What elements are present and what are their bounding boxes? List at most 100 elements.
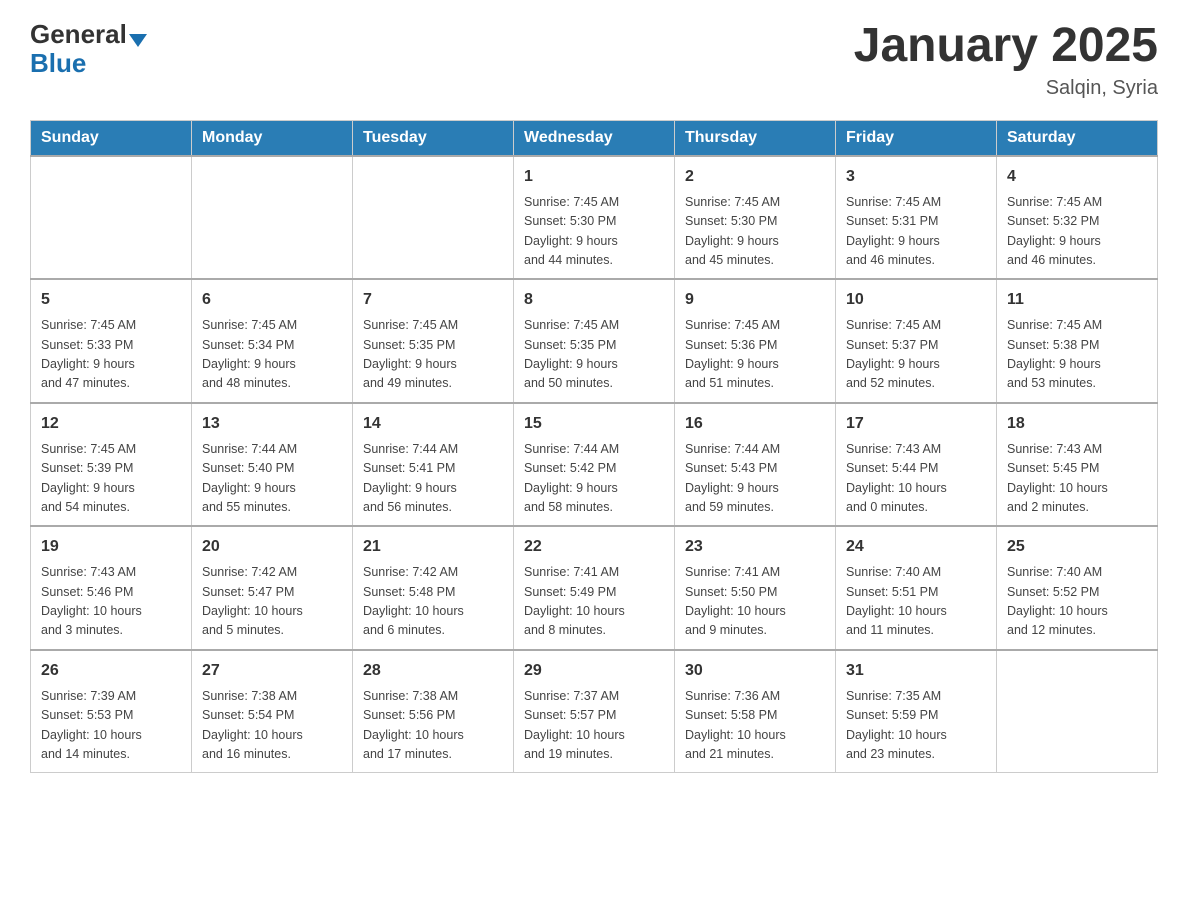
- day-info: Sunrise: 7:45 AMSunset: 5:30 PMDaylight:…: [685, 193, 825, 271]
- day-info: Sunrise: 7:45 AMSunset: 5:35 PMDaylight:…: [363, 316, 503, 394]
- day-number: 10: [846, 288, 986, 312]
- calendar-week-row: 5Sunrise: 7:45 AMSunset: 5:33 PMDaylight…: [31, 279, 1158, 403]
- day-info: Sunrise: 7:45 AMSunset: 5:30 PMDaylight:…: [524, 193, 664, 271]
- day-number: 26: [41, 659, 181, 683]
- calendar-cell: 27 Sunrise: 7:38 AMSunset: 5:54 PMDayligh…: [192, 650, 353, 773]
- day-number: 27: [202, 659, 342, 683]
- day-number: 4: [1007, 165, 1147, 189]
- calendar-cell: 17Sunrise: 7:43 AMSunset: 5:44 PMDayligh…: [836, 403, 997, 527]
- day-number: 15: [524, 412, 664, 436]
- day-info: Sunrise: 7:44 AMSunset: 5:40 PMDaylight:…: [202, 440, 342, 518]
- day-info: Sunrise: 7:41 AMSunset: 5:50 PMDaylight:…: [685, 563, 825, 641]
- day-info: Sunrise: 7:43 AMSunset: 5:45 PMDaylight:…: [1007, 440, 1147, 518]
- day-number: 29: [524, 659, 664, 683]
- calendar-week-row: 19 Sunrise: 7:43 AMSunset: 5:46 PMDayligh…: [31, 526, 1158, 650]
- calendar-cell: 2 Sunrise: 7:45 AMSunset: 5:30 PMDaylight…: [675, 156, 836, 280]
- calendar-cell: 26 Sunrise: 7:39 AMSunset: 5:53 PMDayligh…: [31, 650, 192, 773]
- day-number: 19: [41, 535, 181, 559]
- logo-blue-text: Blue: [30, 49, 147, 78]
- day-number: 24: [846, 535, 986, 559]
- page-subtitle: Salqin, Syria: [854, 77, 1158, 100]
- day-info: Sunrise: 7:42 AMSunset: 5:47 PMDaylight:…: [202, 563, 342, 641]
- calendar-cell: [353, 156, 514, 280]
- day-info: Sunrise: 7:36 AMSunset: 5:58 PMDaylight:…: [685, 687, 825, 765]
- day-info: Sunrise: 7:35 AMSunset: 5:59 PMDaylight:…: [846, 687, 986, 765]
- logo: General Blue: [30, 20, 147, 77]
- calendar-cell: 15 Sunrise: 7:44 AMSunset: 5:42 PMDayligh…: [514, 403, 675, 527]
- calendar-cell: 22 Sunrise: 7:41 AMSunset: 5:49 PMDayligh…: [514, 526, 675, 650]
- day-number: 21: [363, 535, 503, 559]
- calendar-week-row: 26 Sunrise: 7:39 AMSunset: 5:53 PMDayligh…: [31, 650, 1158, 773]
- day-number: 17: [846, 412, 986, 436]
- day-info: Sunrise: 7:45 AMSunset: 5:34 PMDaylight:…: [202, 316, 342, 394]
- day-info: Sunrise: 7:45 AMSunset: 5:36 PMDaylight:…: [685, 316, 825, 394]
- calendar-cell: 12 Sunrise: 7:45 AMSunset: 5:39 PMDayligh…: [31, 403, 192, 527]
- day-number: 3: [846, 165, 986, 189]
- day-info: Sunrise: 7:37 AMSunset: 5:57 PMDaylight:…: [524, 687, 664, 765]
- calendar-cell: 4 Sunrise: 7:45 AMSunset: 5:32 PMDaylight…: [997, 156, 1158, 280]
- day-info: Sunrise: 7:45 AMSunset: 5:35 PMDaylight:…: [524, 316, 664, 394]
- calendar-cell: 6 Sunrise: 7:45 AMSunset: 5:34 PMDaylight…: [192, 279, 353, 403]
- calendar-cell: 24Sunrise: 7:40 AMSunset: 5:51 PMDayligh…: [836, 526, 997, 650]
- day-info: Sunrise: 7:41 AMSunset: 5:49 PMDaylight:…: [524, 563, 664, 641]
- day-number: 20: [202, 535, 342, 559]
- calendar-cell: 29 Sunrise: 7:37 AMSunset: 5:57 PMDayligh…: [514, 650, 675, 773]
- calendar-cell: 20 Sunrise: 7:42 AMSunset: 5:47 PMDayligh…: [192, 526, 353, 650]
- calendar-cell: 18Sunrise: 7:43 AMSunset: 5:45 PMDayligh…: [997, 403, 1158, 527]
- column-header-wednesday: Wednesday: [514, 120, 675, 156]
- day-number: 23: [685, 535, 825, 559]
- column-header-tuesday: Tuesday: [353, 120, 514, 156]
- page-header: General Blue January 2025 Salqin, Syria: [30, 20, 1158, 100]
- day-info: Sunrise: 7:39 AMSunset: 5:53 PMDaylight:…: [41, 687, 181, 765]
- calendar-table: SundayMondayTuesdayWednesdayThursdayFrid…: [30, 120, 1158, 774]
- calendar-cell: [997, 650, 1158, 773]
- calendar-cell: 8 Sunrise: 7:45 AMSunset: 5:35 PMDaylight…: [514, 279, 675, 403]
- day-info: Sunrise: 7:42 AMSunset: 5:48 PMDaylight:…: [363, 563, 503, 641]
- day-info: Sunrise: 7:40 AMSunset: 5:52 PMDaylight:…: [1007, 563, 1147, 641]
- day-info: Sunrise: 7:44 AMSunset: 5:42 PMDaylight:…: [524, 440, 664, 518]
- page-title: January 2025: [854, 20, 1158, 73]
- day-number: 14: [363, 412, 503, 436]
- day-number: 8: [524, 288, 664, 312]
- calendar-cell: 5Sunrise: 7:45 AMSunset: 5:33 PMDaylight…: [31, 279, 192, 403]
- day-number: 25: [1007, 535, 1147, 559]
- day-info: Sunrise: 7:38 AMSunset: 5:56 PMDaylight:…: [363, 687, 503, 765]
- day-number: 31: [846, 659, 986, 683]
- calendar-cell: 28Sunrise: 7:38 AMSunset: 5:56 PMDayligh…: [353, 650, 514, 773]
- day-number: 7: [363, 288, 503, 312]
- day-number: 16: [685, 412, 825, 436]
- day-info: Sunrise: 7:44 AMSunset: 5:43 PMDaylight:…: [685, 440, 825, 518]
- logo-general-text: General: [30, 20, 127, 49]
- day-number: 6: [202, 288, 342, 312]
- day-info: Sunrise: 7:45 AMSunset: 5:39 PMDaylight:…: [41, 440, 181, 518]
- day-info: Sunrise: 7:45 AMSunset: 5:38 PMDaylight:…: [1007, 316, 1147, 394]
- title-block: January 2025 Salqin, Syria: [854, 20, 1158, 100]
- day-number: 2: [685, 165, 825, 189]
- logo-chevron-icon: [129, 34, 147, 47]
- day-info: Sunrise: 7:38 AMSunset: 5:54 PMDaylight:…: [202, 687, 342, 765]
- day-info: Sunrise: 7:44 AMSunset: 5:41 PMDaylight:…: [363, 440, 503, 518]
- column-header-saturday: Saturday: [997, 120, 1158, 156]
- day-number: 12: [41, 412, 181, 436]
- calendar-cell: [192, 156, 353, 280]
- calendar-cell: 16 Sunrise: 7:44 AMSunset: 5:43 PMDayligh…: [675, 403, 836, 527]
- calendar-cell: 11 Sunrise: 7:45 AMSunset: 5:38 PMDayligh…: [997, 279, 1158, 403]
- calendar-cell: 31 Sunrise: 7:35 AMSunset: 5:59 PMDayligh…: [836, 650, 997, 773]
- column-header-friday: Friday: [836, 120, 997, 156]
- calendar-header-row: SundayMondayTuesdayWednesdayThursdayFrid…: [31, 120, 1158, 156]
- calendar-week-row: 12 Sunrise: 7:45 AMSunset: 5:39 PMDayligh…: [31, 403, 1158, 527]
- day-number: 11: [1007, 288, 1147, 312]
- day-info: Sunrise: 7:45 AMSunset: 5:32 PMDaylight:…: [1007, 193, 1147, 271]
- calendar-week-row: 1 Sunrise: 7:45 AMSunset: 5:30 PMDaylight…: [31, 156, 1158, 280]
- day-number: 1: [524, 165, 664, 189]
- calendar-cell: 25 Sunrise: 7:40 AMSunset: 5:52 PMDayligh…: [997, 526, 1158, 650]
- calendar-cell: 21 Sunrise: 7:42 AMSunset: 5:48 PMDayligh…: [353, 526, 514, 650]
- day-info: Sunrise: 7:45 AMSunset: 5:31 PMDaylight:…: [846, 193, 986, 271]
- calendar-cell: 1 Sunrise: 7:45 AMSunset: 5:30 PMDaylight…: [514, 156, 675, 280]
- column-header-monday: Monday: [192, 120, 353, 156]
- calendar-cell: 3 Sunrise: 7:45 AMSunset: 5:31 PMDaylight…: [836, 156, 997, 280]
- day-number: 9: [685, 288, 825, 312]
- day-info: Sunrise: 7:43 AMSunset: 5:46 PMDaylight:…: [41, 563, 181, 641]
- day-number: 22: [524, 535, 664, 559]
- column-header-thursday: Thursday: [675, 120, 836, 156]
